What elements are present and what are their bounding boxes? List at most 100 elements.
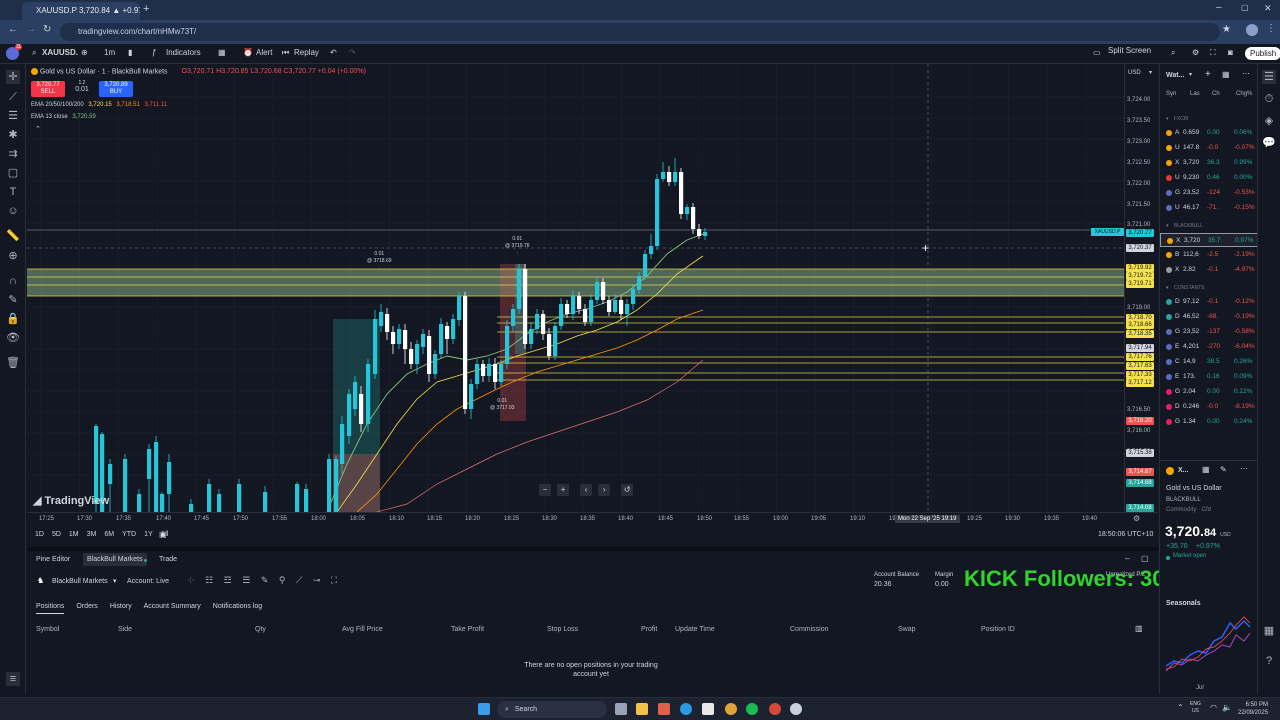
magnet-icon[interactable]: ∩ (6, 274, 20, 288)
buy-button[interactable]: 3,720.89 BUY (99, 81, 133, 97)
watchlist-row[interactable]: G 23,52 -137 -0.58% (1160, 325, 1258, 339)
sell-button[interactable]: 3,720.77 SELL (31, 81, 65, 97)
column-profit[interactable]: Profit (641, 626, 657, 633)
watchlist-menu-icon[interactable]: ⋯ (1242, 69, 1250, 78)
fullscreen-icon[interactable]: ⛶ (1210, 48, 1216, 58)
cursor-icon[interactable]: ✛ (6, 70, 20, 84)
detail-edit-icon[interactable]: ✎ (1220, 465, 1227, 474)
subtab-history[interactable]: History (110, 603, 132, 610)
advanced-view-icon[interactable]: ▦ (1222, 70, 1230, 79)
tab-blackbull-markets[interactable]: BlackBull Markets (83, 553, 147, 566)
watchlist-row[interactable]: U 46,17 -71. -0.15% (1160, 201, 1258, 215)
replay-button[interactable]: Replay (294, 48, 319, 57)
column-commission[interactable]: Commission (790, 626, 829, 633)
taskbar-search[interactable]: ⌕ Search (497, 701, 607, 718)
bar-style-icon[interactable]: ▮ (128, 48, 132, 57)
minimize-icon[interactable]: – (1216, 2, 1222, 13)
volume-icon[interactable]: 🔈 (1222, 703, 1232, 712)
detail-symbol[interactable]: X... (1178, 467, 1189, 474)
reload-icon[interactable]: ↻ (43, 24, 51, 35)
wifi-icon[interactable]: ◠ (1210, 703, 1217, 712)
edge-icon[interactable] (680, 703, 692, 715)
column-qty[interactable]: Qty (255, 626, 266, 633)
currency-dropdown-icon[interactable]: ▾ (1149, 69, 1152, 76)
columns-settings-icon[interactable]: ▥ (1135, 624, 1143, 633)
broker-select[interactable]: BlackBull Markets (52, 578, 108, 585)
range-3m[interactable]: 3M (87, 531, 97, 538)
detail-menu-icon[interactable]: ⋯ (1240, 464, 1248, 473)
redo-icon[interactable]: ↷ (349, 48, 356, 57)
trade-marker[interactable]: ↑ 0.01 @ 3717.93 (490, 391, 515, 412)
seasonals-title[interactable]: Seasonals (1166, 600, 1201, 607)
app-icon[interactable] (702, 703, 714, 715)
eye-icon[interactable]: 👁 (6, 331, 20, 345)
watchlist-icon[interactable]: ☰ (1262, 70, 1276, 84)
clock-label[interactable]: 18:50:06 UTC+10 (1098, 531, 1153, 538)
tray-chevron-icon[interactable]: ⌃ (1177, 703, 1184, 712)
crosshair-tool-icon[interactable]: ⊹ (187, 575, 195, 585)
search-icon[interactable]: ⌕ (32, 48, 36, 58)
chrome-icon[interactable] (725, 703, 737, 715)
watchlist-row[interactable]: G 2.04 0.00 0.22% (1160, 385, 1258, 399)
watchlist-col-syn[interactable]: Syn (1166, 91, 1176, 97)
maximize-icon[interactable]: ▢ (1241, 3, 1249, 12)
watchlist-row[interactable]: G 23,52 -124 -0.53% (1160, 186, 1258, 200)
axis-settings-icon[interactable]: ⚙ (1133, 514, 1140, 523)
undo-icon[interactable]: ↶ (330, 48, 337, 57)
watchlist-row[interactable]: A 0.659 0.00 0.06% (1160, 126, 1258, 140)
watchlist-row[interactable]: E 4,201 -270 -6.04% (1160, 340, 1258, 354)
detail-layout-icon[interactable]: ▦ (1202, 465, 1210, 474)
close-icon[interactable]: ✕ (1264, 3, 1272, 14)
zoom-in-button[interactable]: + (557, 484, 570, 496)
range-5d[interactable]: 5D (52, 531, 61, 538)
pin-icon[interactable]: ⚲ (279, 575, 286, 585)
dom-icon[interactable]: ☲ (224, 575, 232, 585)
subtab-positions[interactable]: Positions (36, 603, 65, 614)
subtab-orders[interactable]: Orders (76, 603, 97, 610)
watchlist-row[interactable]: B 112,6 -2.5 -2.19% (1160, 248, 1258, 262)
watchlist-row[interactable]: E 173. 0.16 0.09% (1160, 370, 1258, 384)
collapse-legend-icon[interactable]: ⌃ (35, 125, 41, 133)
language-indicator[interactable]: ENG US (1190, 701, 1201, 715)
column-position-id[interactable]: Position ID (981, 626, 1015, 633)
watchlist-row[interactable]: X 3,720 35.7 0.97% (1160, 233, 1258, 247)
chart-canvas[interactable]: + (27, 64, 1124, 512)
subtab-account-summary[interactable]: Account Summary (144, 603, 201, 610)
browser-menu-icon[interactable]: ⋮ (1266, 23, 1276, 34)
tradingview-watermark[interactable]: ◢ TradingView (33, 494, 109, 507)
forecast-icon[interactable]: ⇉ (6, 147, 20, 161)
draw-mode-icon[interactable]: ✎ (6, 293, 20, 307)
file-explorer-icon[interactable] (636, 703, 648, 715)
currency-label[interactable]: USD (1128, 70, 1141, 76)
lock-icon[interactable]: 🔒 (6, 312, 20, 326)
watchlist-section[interactable]: ▾ BLACKBULL (1160, 219, 1258, 233)
frame-icon[interactable]: ⛶ (331, 575, 337, 585)
price-chart[interactable]: + Gold vs US Dollar · 1 · BlackBull Mark… (27, 64, 1124, 512)
minus-tool-icon[interactable]: ⊸ (313, 575, 321, 585)
chrome-active-icon[interactable] (769, 703, 781, 715)
legend-title[interactable]: Gold vs US Dollar · 1 · BlackBull Market… (40, 68, 168, 75)
panel-minimize-icon[interactable]: – (1125, 554, 1129, 563)
emoji-icon[interactable]: ☺ (6, 204, 20, 218)
range-6m[interactable]: 6M (104, 531, 114, 538)
add-symbol-icon[interactable]: + (1205, 69, 1211, 80)
zoom-icon[interactable]: ⊕ (6, 249, 20, 263)
order-panel-icon[interactable]: ☷ (205, 575, 213, 585)
detail-name[interactable]: Gold vs US Dollar (1166, 485, 1222, 492)
range-1d[interactable]: 1D (35, 531, 44, 538)
task-view-icon[interactable] (615, 703, 627, 715)
date-range-icon[interactable]: ▣ (159, 530, 167, 539)
publish-button[interactable]: Publish (1245, 47, 1280, 60)
forward-icon[interactable]: → (26, 24, 36, 35)
watchlist-section[interactable]: ▾ CONSTANTS (1160, 281, 1258, 295)
watchlist-section[interactable]: ▾ FXCM (1160, 112, 1258, 126)
browser-tab[interactable]: XAUUSD.P 3,720.84 ▲ +0.97% (22, 2, 140, 20)
snapshot-icon[interactable]: ◙ (1228, 48, 1233, 57)
trendline-icon[interactable]: ⟋ (6, 90, 20, 104)
account-select[interactable]: Account: Live (127, 578, 169, 585)
column-swap[interactable]: Swap (898, 626, 916, 633)
price-axis[interactable]: USD ▾ 3,724.00 3,723.50 3,723.00 3,722.50 3,… (1124, 64, 1158, 512)
windows-start-icon[interactable] (478, 703, 490, 715)
range-1m[interactable]: 1M (69, 531, 79, 538)
column-avg-fill-price[interactable]: Avg Fill Price (342, 626, 383, 633)
